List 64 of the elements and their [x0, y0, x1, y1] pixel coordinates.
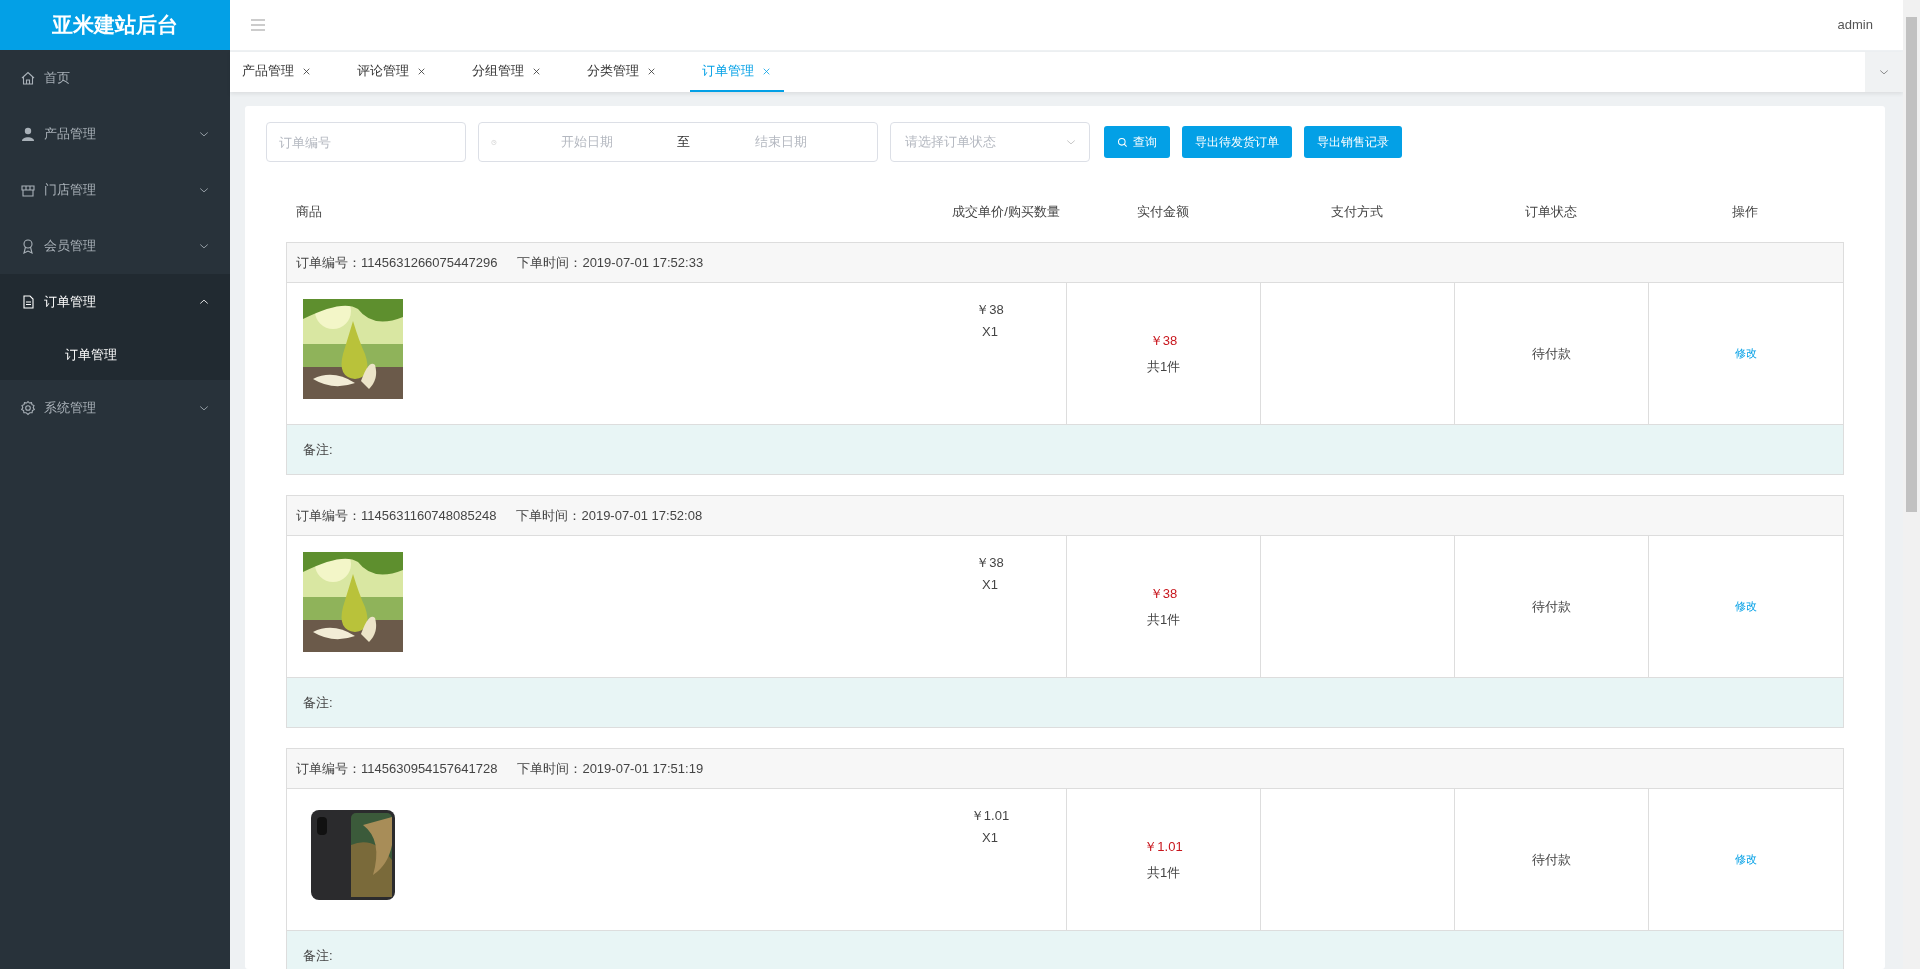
tab[interactable]: 分类管理 — [575, 52, 669, 92]
date-separator: 至 — [677, 133, 691, 152]
column-header: 操作 — [1731, 203, 1759, 222]
order-status: 待付款 — [1532, 597, 1571, 616]
order-status: 待付款 — [1532, 344, 1571, 363]
order-time: 下单时间：2019-07-01 17:52:08 — [516, 506, 703, 525]
sidebar-item[interactable]: 首页 — [0, 50, 230, 106]
item-count: 共1件 — [1146, 357, 1181, 376]
end-date-field[interactable]: 结束日期 — [696, 131, 865, 153]
sidebar-item[interactable]: 订单管理 — [0, 274, 230, 330]
paid-amount: ￥1.01 — [1144, 838, 1183, 856]
home-icon — [20, 70, 36, 86]
user-icon — [20, 126, 36, 142]
unit-price: ￥38 — [975, 554, 1005, 572]
column-header: 订单状态 — [1524, 203, 1578, 222]
paid-amount: ￥38 — [1149, 585, 1178, 603]
document-icon — [20, 294, 36, 310]
column-header: 商品 — [295, 203, 323, 222]
unit-price: ￥38 — [975, 301, 1005, 319]
unit-price: ￥1.01 — [969, 807, 1011, 825]
search-icon — [1117, 136, 1128, 148]
order-status: 待付款 — [1532, 850, 1571, 869]
order-number: 订单编号：1145630954157641728 — [296, 759, 498, 778]
gear-icon — [20, 400, 36, 416]
item-count: 共1件 — [1146, 863, 1181, 882]
start-date-field[interactable]: 开始日期 — [502, 131, 672, 153]
order-number-field[interactable]: 订单编号 — [266, 122, 466, 162]
paid-amount: ￥38 — [1149, 332, 1178, 350]
remark-label: 备注: — [303, 946, 333, 965]
quantity: X1 — [981, 323, 999, 341]
sidebar-item[interactable]: 门店管理 — [0, 162, 230, 218]
close-icon — [647, 66, 656, 76]
close-icon — [302, 66, 311, 76]
remark-label: 备注: — [303, 440, 333, 459]
date-range-field[interactable]: 开始日期 至 结束日期 — [478, 122, 878, 162]
tab[interactable]: 产品管理 — [230, 52, 324, 92]
menu-icon[interactable] — [250, 17, 266, 33]
tab-menu-button[interactable] — [1865, 52, 1903, 92]
quantity: X1 — [981, 829, 999, 847]
sidebar-item[interactable]: 会员管理 — [0, 218, 230, 274]
remark-label: 备注: — [303, 693, 333, 712]
item-count: 共1件 — [1146, 610, 1181, 629]
column-header: 成交单价/购买数量 — [951, 203, 1061, 222]
sidebar-item[interactable]: 系统管理 — [0, 380, 230, 436]
column-header: 支付方式 — [1330, 203, 1384, 222]
sidebar-subitem[interactable]: 订单管理 — [0, 330, 230, 380]
close-icon — [762, 66, 771, 76]
status-select[interactable]: 请选择订单状态 — [890, 122, 1090, 162]
close-icon — [532, 66, 541, 76]
status-input[interactable]: 请选择订单状态 — [903, 131, 1065, 153]
sidebar-item[interactable]: 产品管理 — [0, 106, 230, 162]
order-time: 下单时间：2019-07-01 17:51:19 — [517, 759, 704, 778]
quantity: X1 — [981, 576, 999, 594]
column-header: 实付金额 — [1136, 203, 1190, 222]
user-name[interactable]: admin — [1837, 15, 1873, 35]
close-icon — [417, 66, 426, 76]
order-number: 订单编号：1145631160748085248 — [296, 506, 497, 525]
tab[interactable]: 分组管理 — [460, 52, 554, 92]
order-time: 下单时间：2019-07-01 17:52:33 — [517, 253, 704, 272]
store-icon — [20, 182, 36, 198]
order-number: 订单编号：1145631266075447296 — [296, 253, 498, 272]
tab[interactable]: 评论管理 — [345, 52, 439, 92]
badge-icon — [20, 238, 36, 254]
app-logo: 亚米建站后台 — [0, 0, 230, 50]
